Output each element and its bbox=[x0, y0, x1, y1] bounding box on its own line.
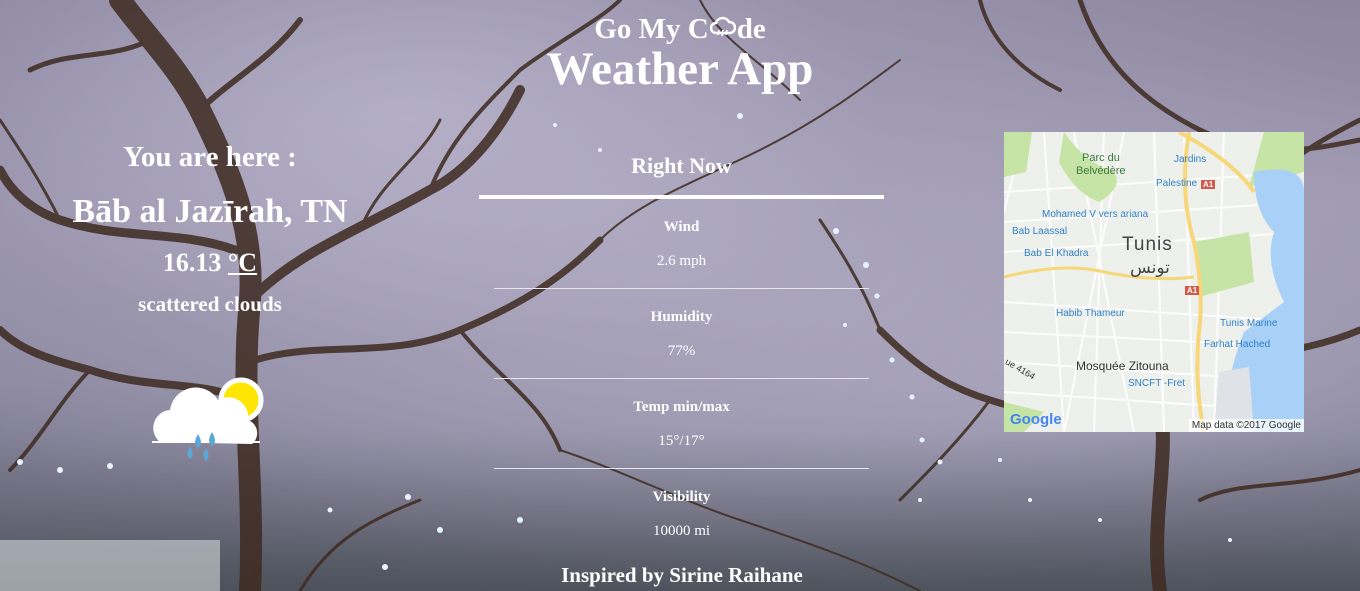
temperature-unit-toggle[interactable]: °C bbox=[228, 248, 257, 277]
map-label-farhat-hached: Farhat Hached bbox=[1204, 339, 1271, 350]
map-road-a1-north: A1 bbox=[1201, 180, 1216, 189]
map-label-tunis-arabic: تونس bbox=[1130, 258, 1170, 277]
google-logo-text: Google bbox=[1010, 411, 1062, 428]
map-label-mosque: Mosquée Zitouna bbox=[1076, 359, 1169, 373]
map-label-bab-laassal: Bab Laassal bbox=[1012, 226, 1068, 237]
app-title: Weather App bbox=[546, 43, 814, 95]
map-label-tunis-marine: Tunis Marine bbox=[1220, 318, 1278, 329]
map-label-palestine: Palestine bbox=[1156, 178, 1198, 189]
map-label-mohamed-v: Mohamed V vers ariana bbox=[1042, 209, 1149, 220]
map-label-tunis: Tunis bbox=[1122, 234, 1173, 255]
metric-label: Visibility bbox=[652, 489, 711, 505]
google-logo: Google bbox=[1010, 411, 1062, 428]
map-label-parc: Parc du bbox=[1082, 152, 1120, 164]
metric-wind: Wind 2.6 mph bbox=[494, 199, 869, 289]
metric-value: 2.6 mph bbox=[656, 253, 707, 269]
map-label-jardins: Jardins bbox=[1174, 154, 1207, 165]
map-label-habib-thameur: Habib Thameur bbox=[1056, 308, 1125, 319]
brand-text-end: de bbox=[736, 13, 766, 45]
city-name: Bāb al Jazīrah, TN bbox=[72, 193, 348, 230]
right-now-title: Right Now bbox=[479, 150, 884, 199]
temperature: 16.13 °C bbox=[40, 248, 380, 278]
weather-description: scattered clouds bbox=[138, 292, 282, 316]
metric-label: Temp min/max bbox=[633, 399, 730, 415]
metric-label: Humidity bbox=[650, 309, 713, 325]
map-road-a1-south: A1 bbox=[1185, 286, 1200, 295]
right-now-panel: Right Now Wind 2.6 mph Humidity 77% Temp… bbox=[479, 150, 884, 558]
brand-text-start: Go My C bbox=[594, 13, 709, 45]
location-map[interactable]: Parc du Belvédère Jardins Palestine Moha… bbox=[1004, 132, 1304, 432]
map-label-sncft: SNCFT -Fret bbox=[1128, 378, 1186, 389]
metric-value: 10000 mi bbox=[652, 523, 711, 539]
map-label-bab-el-khadra: Bab El Khadra bbox=[1024, 248, 1089, 259]
cloud-sun-rain-icon bbox=[152, 377, 264, 461]
metric-label: Wind bbox=[663, 219, 700, 235]
location-label: You are here : bbox=[123, 141, 297, 173]
map-credit[interactable]: Map data ©2017 Google bbox=[1188, 419, 1304, 432]
cloud-rain-icon bbox=[709, 16, 736, 37]
metric-visibility: Visibility 10000 mi bbox=[494, 469, 869, 558]
brand-logo-text: Go My C de bbox=[480, 12, 880, 46]
metric-value: 15°/17° bbox=[658, 433, 705, 449]
brand-header: Go My C de Weather App bbox=[480, 12, 880, 94]
metric-value: 77% bbox=[667, 343, 696, 359]
metric-temp-min-max: Temp min/max 15°/17° bbox=[494, 379, 869, 469]
location-panel: You are here : Bāb al Jazīrah, TN 16.13 … bbox=[40, 138, 380, 461]
map-label-belvedere: Belvédère bbox=[1076, 165, 1126, 177]
metric-humidity: Humidity 77% bbox=[494, 289, 869, 379]
temperature-value: 16.13 bbox=[162, 248, 222, 277]
footer-credit: Inspired by Sirine Raihane bbox=[561, 563, 803, 587]
